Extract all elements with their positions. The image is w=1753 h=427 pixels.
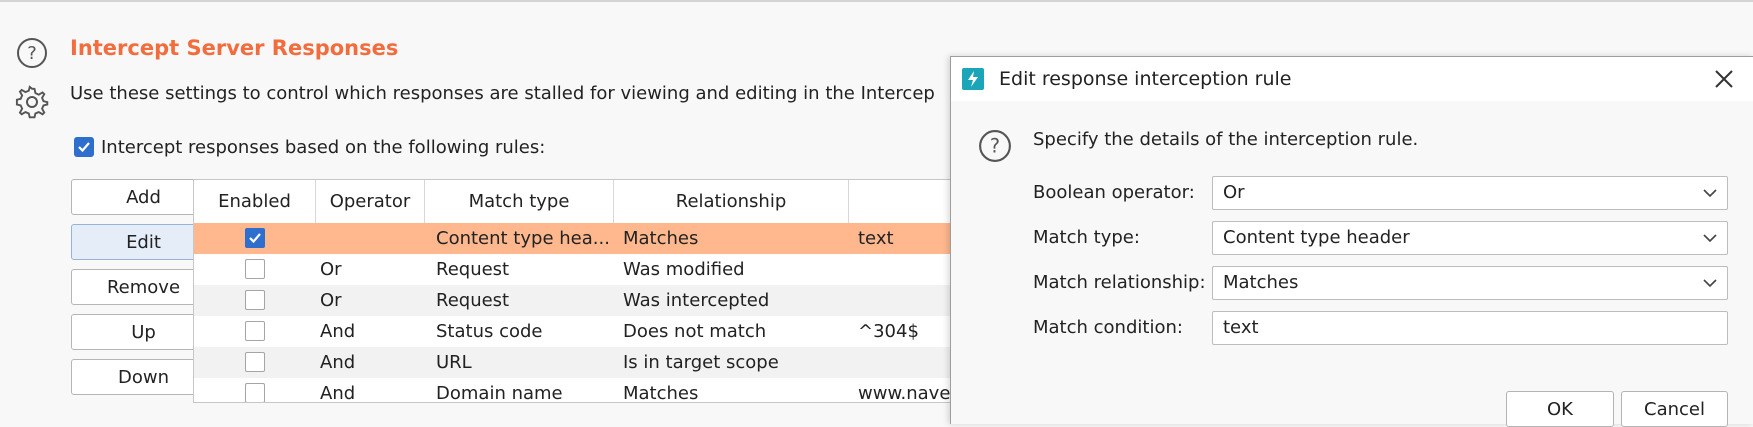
app-logo-icon — [962, 68, 984, 90]
column-header-operator[interactable]: Operator — [316, 180, 425, 223]
match-type-select[interactable]: Content type header — [1212, 221, 1728, 255]
top-divider — [0, 0, 1753, 2]
row-relationship: Does not match — [623, 321, 767, 342]
chevron-down-icon — [1703, 189, 1717, 198]
boolean-operator-value: Or — [1223, 182, 1245, 203]
section-description: Use these settings to control which resp… — [70, 83, 935, 104]
table-row[interactable]: And Status code Does not match ^304$ — [194, 316, 954, 347]
row-operator: And — [320, 383, 356, 403]
row-relationship: Is in target scope — [623, 352, 779, 373]
boolean-operator-label: Boolean operator: — [1033, 182, 1195, 203]
row-operator: And — [320, 352, 356, 373]
table-row[interactable]: And Domain name Matches www.nave — [194, 378, 954, 403]
cancel-button[interactable]: Cancel — [1621, 391, 1728, 427]
match-relationship-label: Match relationship: — [1033, 272, 1206, 293]
column-header-enabled[interactable]: Enabled — [194, 180, 316, 223]
match-condition-input[interactable]: text — [1212, 311, 1728, 345]
table-row[interactable]: Or Request Was modified — [194, 254, 954, 285]
row-match-type: Request — [436, 259, 510, 280]
column-header-condition[interactable] — [849, 180, 954, 223]
row-match-type: URL — [436, 352, 472, 373]
match-relationship-value: Matches — [1223, 272, 1299, 293]
row-condition: ^304$ — [858, 321, 919, 342]
row-operator: Or — [320, 290, 342, 311]
row-enabled-checkbox[interactable] — [245, 290, 265, 310]
dialog-description: Specify the details of the interception … — [1033, 129, 1419, 150]
dialog-title: Edit response interception rule — [999, 68, 1292, 90]
row-operator: Or — [320, 259, 342, 280]
row-condition: text — [858, 228, 894, 249]
row-condition: www.nave — [858, 383, 951, 403]
row-condition — [858, 285, 954, 316]
row-operator: And — [320, 321, 356, 342]
svg-text:?: ? — [27, 43, 37, 64]
table-header: Enabled Operator Match type Relationship — [194, 180, 954, 224]
intercept-responses-label: Intercept responses based on the followi… — [101, 137, 546, 158]
boolean-operator-select[interactable]: Or — [1212, 176, 1728, 210]
column-header-match-type[interactable]: Match type — [425, 180, 614, 223]
svg-text:?: ? — [990, 134, 1000, 157]
row-enabled-checkbox[interactable] — [245, 228, 265, 248]
section-title: Intercept Server Responses — [70, 36, 399, 60]
row-relationship: Matches — [623, 228, 699, 249]
gear-icon[interactable] — [15, 85, 49, 119]
table-row[interactable]: Content type hea... Matches text — [194, 223, 954, 254]
row-match-type: Request — [436, 290, 510, 311]
match-type-label: Match type: — [1033, 227, 1140, 248]
row-enabled-checkbox[interactable] — [245, 321, 265, 341]
row-relationship: Was intercepted — [623, 290, 770, 311]
rules-table[interactable]: Enabled Operator Match type Relationship… — [193, 179, 955, 403]
row-operator — [316, 223, 421, 254]
column-header-relationship[interactable]: Relationship — [614, 180, 849, 223]
row-condition — [858, 254, 954, 285]
row-relationship: Matches — [623, 383, 699, 403]
dialog-body: ? Specify the details of the interceptio… — [951, 101, 1753, 427]
row-enabled-checkbox[interactable] — [245, 383, 265, 402]
table-row[interactable]: And URL Is in target scope — [194, 347, 954, 378]
match-type-value: Content type header — [1223, 227, 1410, 248]
chevron-down-icon — [1703, 234, 1717, 243]
dialog-titlebar: Edit response interception rule — [951, 57, 1753, 101]
row-enabled-checkbox[interactable] — [245, 259, 265, 279]
row-match-type: Content type hea... — [436, 228, 608, 249]
match-relationship-select[interactable]: Matches — [1212, 266, 1728, 300]
edit-rule-dialog: Edit response interception rule ? Specif… — [950, 56, 1753, 427]
table-row[interactable]: Or Request Was intercepted — [194, 285, 954, 316]
row-match-type: Status code — [436, 321, 543, 342]
row-condition — [858, 347, 954, 378]
row-relationship: Was modified — [623, 259, 745, 280]
close-icon[interactable] — [1712, 67, 1736, 91]
row-enabled-checkbox[interactable] — [245, 352, 265, 372]
match-condition-label: Match condition: — [1033, 317, 1183, 338]
ok-button[interactable]: OK — [1506, 391, 1614, 427]
help-icon[interactable]: ? — [16, 37, 48, 69]
row-match-type: Domain name — [436, 383, 563, 403]
checkmark-icon — [74, 137, 94, 157]
help-icon: ? — [979, 130, 1011, 162]
chevron-down-icon — [1703, 279, 1717, 288]
